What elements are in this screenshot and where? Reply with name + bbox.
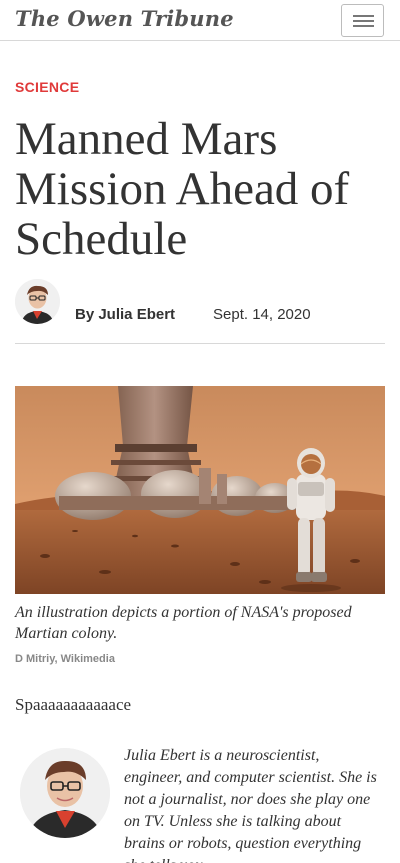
author-bio-photo (20, 748, 110, 838)
site-masthead-logo[interactable]: The Owen Tribune (15, 6, 234, 31)
author-avatar (15, 279, 60, 324)
article-body-paragraph: Spaaaaaaaaaaace (15, 695, 132, 714)
author-name[interactable]: By Julia Ebert (75, 306, 175, 323)
section-label[interactable]: SCIENCE (15, 79, 79, 95)
byline-divider (15, 343, 385, 344)
image-caption: An illustration depicts a portion of NAS… (15, 604, 352, 642)
publish-date: Sept. 14, 2020 (213, 306, 311, 323)
author-bio-text: Julia Ebert is a neuroscientist, enginee… (124, 747, 377, 863)
hamburger-menu-icon[interactable] (341, 4, 384, 37)
image-credit: D Mitriy, Wikimedia (15, 653, 115, 665)
menu-bar-line (353, 15, 374, 17)
menu-bar-line (353, 25, 374, 27)
article-headline: Manned Mars Mission Ahead of Schedule (15, 113, 350, 265)
mars-colony-illustration (15, 386, 385, 594)
top-navigation-bar: The Owen Tribune (0, 0, 400, 41)
menu-bar-line (353, 20, 374, 22)
